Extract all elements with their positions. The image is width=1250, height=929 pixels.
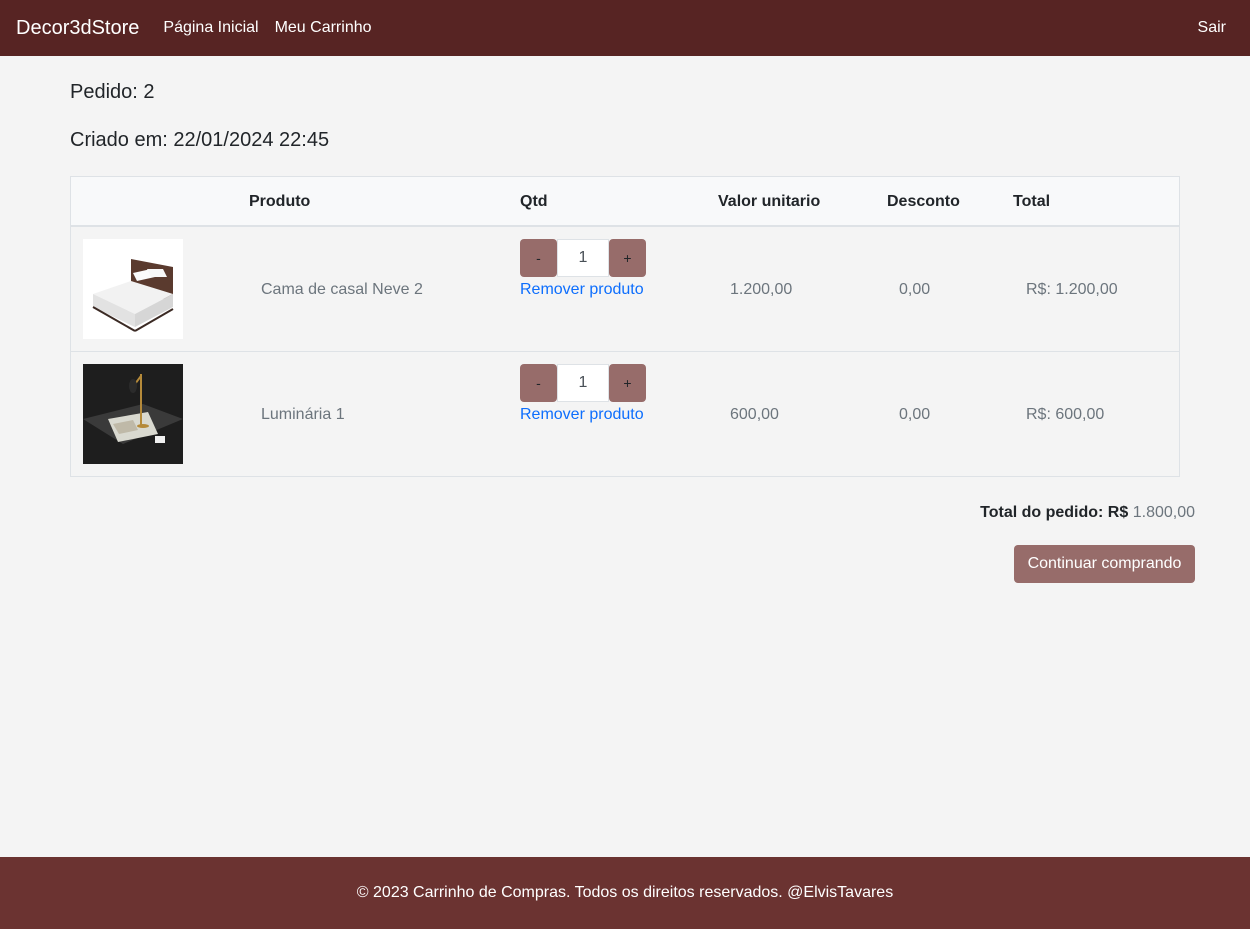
order-total-value: 1.800,00: [1132, 504, 1195, 521]
increase-qty-button[interactable]: +: [609, 239, 646, 277]
unit-price: 1.200,00: [730, 281, 793, 298]
nav-cart[interactable]: Meu Carrinho: [275, 19, 372, 37]
remove-product-link[interactable]: Remover produto: [520, 406, 644, 424]
quantity-stepper: - 1 +: [520, 364, 646, 402]
footer-text: © 2023 Carrinho de Compras. Todos os dir…: [356, 884, 894, 901]
increase-qty-button[interactable]: +: [609, 364, 646, 402]
table-row: Cama de casal Neve 2 - 1 + Remover produ…: [71, 227, 1179, 352]
unit-price: 600,00: [730, 406, 779, 423]
table-header: Produto Qtd Valor unitario Desconto Tota…: [71, 177, 1179, 227]
quantity-stepper: - 1 +: [520, 239, 646, 277]
remove-product-link[interactable]: Remover produto: [520, 281, 644, 299]
navbar: Decor3dStore Página Inicial Meu Carrinho…: [0, 0, 1250, 56]
logout-link[interactable]: Sair: [1198, 19, 1226, 37]
quantity-input[interactable]: 1: [557, 364, 609, 402]
decrease-qty-button[interactable]: -: [520, 364, 557, 402]
continue-shopping-button[interactable]: Continuar comprando: [1014, 545, 1195, 583]
product-name: Luminária 1: [261, 406, 345, 423]
row-total: R$: 1.200,00: [1026, 281, 1118, 298]
order-table: Produto Qtd Valor unitario Desconto Tota…: [70, 176, 1180, 477]
product-name: Cama de casal Neve 2: [261, 281, 423, 298]
quantity-input[interactable]: 1: [557, 239, 609, 277]
brand-logo[interactable]: Decor3dStore: [16, 17, 139, 40]
discount: 0,00: [899, 281, 931, 298]
footer: © 2023 Carrinho de Compras. Todos os dir…: [0, 857, 1250, 929]
header-discount: Desconto: [887, 193, 960, 210]
row-total: R$: 600,00: [1026, 406, 1105, 423]
order-total-label: Total do pedido: R$: [980, 504, 1129, 521]
order-title: Pedido: 2: [70, 81, 155, 103]
header-total: Total: [1013, 193, 1051, 210]
header-product: Produto: [249, 193, 311, 210]
table-row: Luminária 1 - 1 + Remover produto 600,00…: [71, 352, 1179, 477]
order-date: Criado em: 22/01/2024 22:45: [70, 129, 330, 151]
bed-image: [83, 239, 183, 339]
decrease-qty-button[interactable]: -: [520, 239, 557, 277]
nav-home[interactable]: Página Inicial: [163, 19, 258, 37]
header-qty: Qtd: [520, 193, 548, 210]
order-total: Total do pedido: R$ 1.800,00: [980, 504, 1195, 522]
discount: 0,00: [899, 406, 931, 423]
header-unit-price: Valor unitario: [718, 193, 821, 210]
lamp-image: [83, 364, 183, 464]
